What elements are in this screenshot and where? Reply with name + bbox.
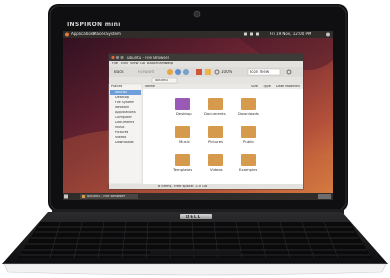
sidebar	[108, 83, 143, 185]
sidebar-item-pictures[interactable]: Pictures	[115, 131, 128, 134]
folder-label-desktop[interactable]: Desktop	[176, 112, 192, 116]
menu-go[interactable]: Go	[140, 62, 145, 66]
window-title: ubuntu - File Browser	[127, 55, 170, 60]
home-icon[interactable]	[167, 69, 173, 75]
reload-icon[interactable]	[183, 69, 189, 75]
stop-icon[interactable]	[196, 69, 202, 75]
location-bar	[109, 77, 303, 84]
sidebar-item-ubuntu[interactable]: ubuntu	[115, 91, 127, 94]
taskbar-label[interactable]: ubuntu - File Browser	[87, 195, 125, 199]
sidebar-item-music[interactable]: Music	[115, 126, 125, 129]
videos-folder-icon[interactable]	[208, 154, 223, 166]
show-desktop-icon[interactable]	[64, 194, 68, 199]
keyboard	[18, 221, 372, 259]
forward-button[interactable]: Forward	[138, 70, 154, 74]
column-date-modified[interactable]: Date Modified	[276, 85, 300, 88]
examples-folder-icon[interactable]	[241, 154, 256, 166]
music-folder-icon[interactable]	[175, 126, 190, 138]
base-white-edge	[3, 263, 387, 276]
sidebar-item-network[interactable]: Network	[115, 106, 129, 109]
model-label: INSPIRON mini	[67, 22, 121, 28]
sidebar-item-file-system[interactable]: File System	[115, 101, 134, 104]
folder-label-music[interactable]: Music	[179, 140, 190, 144]
panel-menu-applications[interactable]: Applications	[71, 32, 95, 36]
panel-menu-system[interactable]: System	[106, 32, 121, 36]
menu-help[interactable]: Help	[165, 62, 173, 66]
folder-label-videos[interactable]: Videos	[210, 168, 223, 172]
brand-label: DELL	[186, 214, 202, 219]
laptop-illustration	[2, 4, 388, 276]
network-icon[interactable]	[244, 32, 247, 36]
folder-label-pictures[interactable]: Pictures	[208, 140, 223, 144]
power-icon[interactable]	[326, 32, 330, 37]
public-folder-icon[interactable]	[241, 126, 256, 138]
sidebar-item-videos[interactable]: Videos	[115, 136, 126, 139]
spacebar	[150, 251, 240, 255]
back-button[interactable]: Back	[114, 70, 124, 74]
templates-folder-icon[interactable]	[175, 154, 190, 166]
minimize-icon[interactable]	[115, 55, 120, 60]
battery-icon[interactable]	[250, 32, 253, 36]
folder-icon[interactable]	[205, 69, 211, 75]
sidebar-header[interactable]: Places	[111, 85, 122, 89]
maximize-icon[interactable]	[120, 55, 124, 60]
volume-icon[interactable]	[256, 32, 259, 36]
file-browser-window	[108, 53, 304, 190]
location-label[interactable]: ubuntu	[155, 79, 168, 83]
column-size[interactable]: Size	[251, 85, 258, 88]
sidebar-item-documents[interactable]: Documents	[115, 121, 134, 124]
column-type[interactable]: Type	[263, 85, 271, 88]
folder-label-documents[interactable]: Documents	[204, 112, 226, 116]
desktop-folder-icon[interactable]	[175, 98, 190, 110]
close-icon[interactable]	[111, 55, 115, 60]
folder-icons	[175, 98, 256, 166]
pictures-folder-icon[interactable]	[208, 126, 223, 138]
computer-icon[interactable]	[175, 69, 181, 75]
taskbar-folder-icon	[82, 195, 85, 198]
webcam	[193, 10, 201, 18]
sidebar-item-computer[interactable]: Computer	[115, 116, 132, 119]
laptop-photo: INSPIRON mini Applications Places System…	[0, 0, 390, 278]
folder-label-templates[interactable]: Templates	[173, 168, 192, 172]
statusbar-text: 8 items, Free space: 2.0 GB	[158, 185, 208, 188]
downloads-folder-icon[interactable]	[241, 98, 256, 110]
ubuntu-logo-icon	[65, 32, 69, 37]
menu-edit[interactable]: Edit	[121, 62, 128, 66]
folder-label-public[interactable]: Public	[243, 140, 254, 144]
view-mode-label: Icon View	[250, 70, 270, 74]
column-name[interactable]: Name	[145, 85, 155, 88]
menu-file[interactable]: File	[112, 62, 118, 66]
panel-clock[interactable]: Fri 19 Nov, 12:00 PM	[270, 32, 311, 36]
documents-folder-icon[interactable]	[208, 98, 223, 110]
trash-icon[interactable]	[318, 194, 331, 199]
folder-label-downloads[interactable]: Downloads	[238, 112, 259, 116]
folder-label-examples[interactable]: Examples	[239, 168, 257, 172]
sidebar-item-downloads[interactable]: Downloads	[115, 141, 134, 144]
sidebar-item-desktop[interactable]: Desktop	[115, 96, 129, 99]
menu-view[interactable]: View	[130, 62, 139, 66]
panel-menu-places[interactable]: Places	[93, 32, 106, 36]
zoom-level: 100%	[221, 70, 233, 74]
sidebar-item-applications[interactable]: Applications	[115, 111, 136, 114]
